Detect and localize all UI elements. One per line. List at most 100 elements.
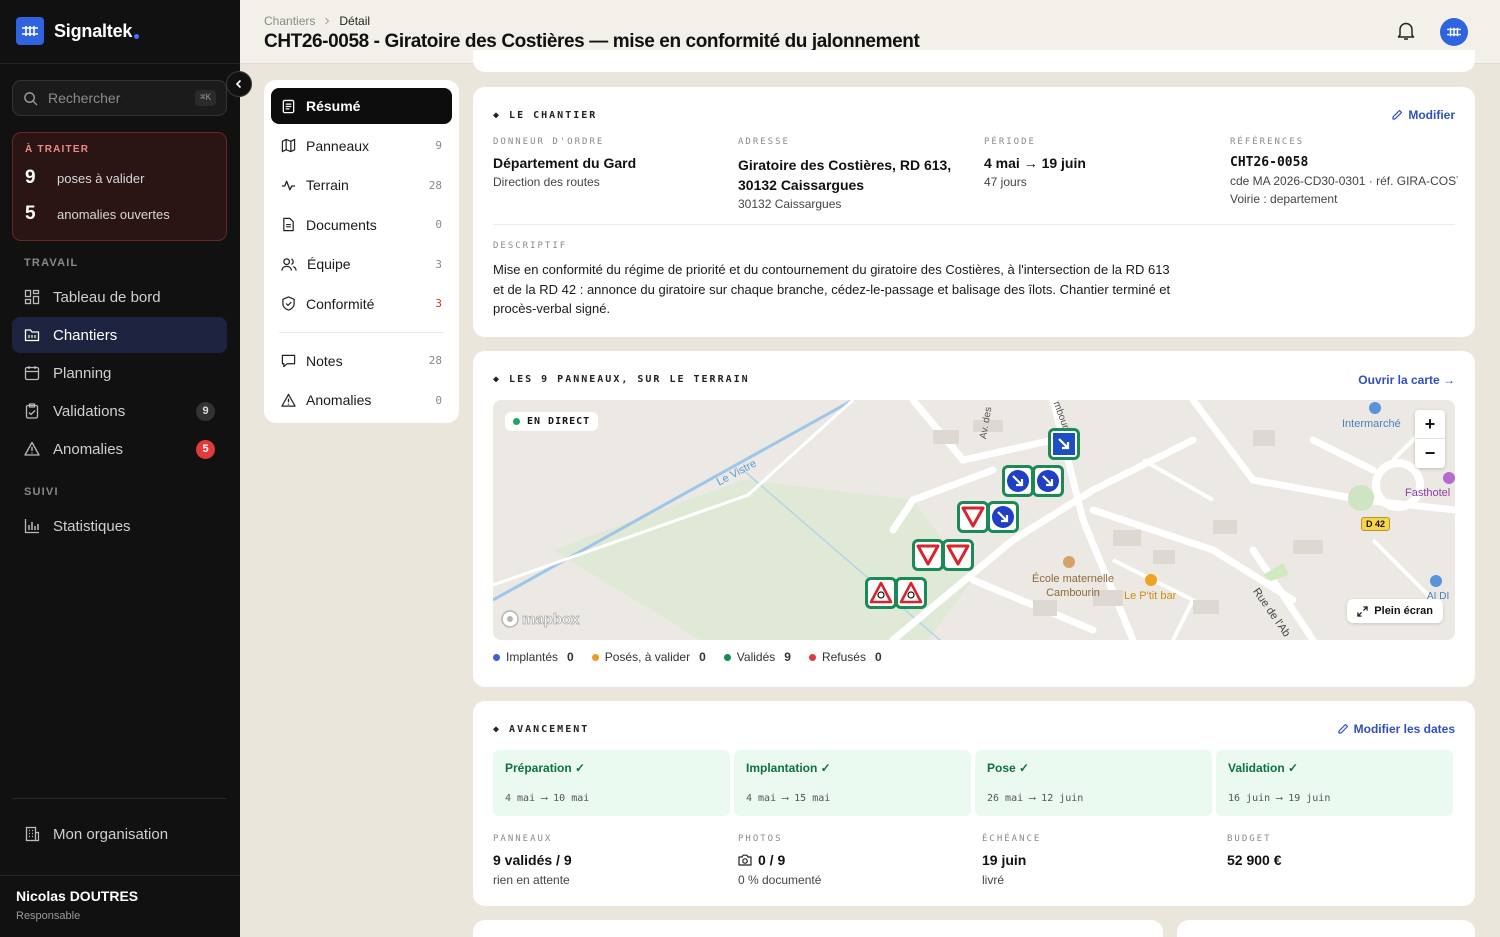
phase-pose[interactable]: Pose ✓ 26 mai ⟶ 12 juin (975, 750, 1212, 816)
sign-marker[interactable] (942, 539, 974, 571)
field-value: 4 mai → 19 juin (984, 155, 1086, 171)
sidebar-item-statistiques[interactable]: Statistiques (12, 508, 227, 544)
legend-value: 0 (874, 650, 882, 664)
breadcrumb-chantiers[interactable]: Chantiers (264, 14, 315, 28)
search-input[interactable]: Rechercher ⌘K (12, 80, 227, 116)
field-value: Giratoire des Costières, RD 613, 30132 C… (738, 157, 952, 193)
tab-label: Conformité (306, 295, 375, 312)
divider (0, 875, 240, 876)
tab-terrain[interactable]: Terrain 28 (271, 167, 452, 203)
sidebar-item-anomalies[interactable]: Anomalies 5 (12, 431, 227, 467)
stat-value: 52 900 € (1227, 852, 1282, 868)
sidebar-item-mon-organisation[interactable]: Mon organisation (12, 816, 227, 852)
map-icon (281, 138, 296, 153)
live-dot (513, 418, 520, 425)
tab-resume[interactable]: Résumé (271, 88, 452, 124)
tab-panneaux[interactable]: Panneaux 9 (271, 128, 452, 164)
sidebar-item-chantiers[interactable]: Chantiers (12, 317, 227, 353)
sign-marker[interactable] (895, 577, 927, 609)
avancement-card: ◆ AVANCEMENT Modifier les dates Préparat… (473, 701, 1475, 906)
notifications-button[interactable] (1397, 21, 1415, 46)
sidebar-item-label: Planning (53, 364, 112, 382)
logo-icon (16, 17, 44, 45)
panneaux-card: ◆ LES 9 PANNEAUX, SUR LE TERRAIN Ouvrir … (473, 351, 1475, 687)
legend-label: Validés (736, 650, 776, 664)
sign-marker[interactable] (865, 577, 897, 609)
edit-dates-button[interactable]: Modifier les dates (1337, 722, 1455, 736)
logo-icon (1447, 27, 1461, 37)
user-role: Responsable (16, 910, 81, 922)
alert-item-anomalies[interactable]: 5 anomalies ouvertes (25, 203, 214, 225)
tab-label: Panneaux (306, 137, 370, 154)
donneur-field: DONNEUR D'ORDRE Département du Gard Dire… (493, 137, 723, 189)
tab-count: 28 (428, 178, 442, 192)
detail-subnav: Résumé Panneaux 9 Terrain 28 Documents 0… (264, 80, 459, 423)
tab-conformite[interactable]: Conformité 3 (271, 286, 452, 322)
sidebar-item-planning[interactable]: Planning (12, 355, 227, 391)
sign-marker[interactable] (987, 501, 1019, 533)
section-title: ◆ LES 9 PANNEAUX, SUR LE TERRAIN (493, 374, 750, 385)
section-travail: TRAVAIL (24, 257, 79, 269)
edit-dates-label: Modifier les dates (1353, 722, 1455, 736)
sidebar-item-tableau-de-bord[interactable]: Tableau de bord (12, 279, 227, 315)
live-label: EN DIRECT (527, 416, 591, 427)
sign-marker[interactable] (912, 539, 944, 571)
phase-implantation[interactable]: Implantation ✓ 4 mai ⟶ 15 mai (734, 750, 971, 816)
user-profile[interactable]: Nicolas DOUTRES Responsable (16, 888, 138, 922)
sign-marker[interactable] (957, 501, 989, 533)
brand[interactable]: Signaltek (16, 17, 140, 45)
tab-count: 9 (435, 139, 442, 152)
avatar[interactable] (1440, 18, 1468, 46)
phase-dates: 4 mai ⟶ 10 mai (505, 793, 590, 804)
brand-name: Signaltek (54, 20, 133, 41)
field-sub: 30132 Caissargues (738, 197, 842, 211)
user-name: Nicolas DOUTRES (16, 888, 139, 904)
tab-notes[interactable]: Notes 28 (271, 343, 452, 379)
descriptif-text: Mise en conformité du régime de priorité… (493, 262, 1171, 316)
tab-count: 3 (435, 257, 442, 271)
roundabout-warning-sign-icon (869, 581, 893, 604)
breadcrumb-detail: Détail (339, 14, 371, 28)
field-sub: Voirie : departement (1230, 192, 1338, 206)
tab-equipe[interactable]: Équipe 3 (271, 246, 452, 282)
map[interactable]: Le Vistre Av. des mbourin École maternel… (493, 400, 1455, 640)
school-pin-icon (1063, 556, 1075, 568)
zoom-in-button[interactable]: + (1415, 410, 1445, 439)
modifier-button[interactable]: Modifier (1391, 108, 1455, 122)
phase-preparation[interactable]: Préparation ✓ 4 mai ⟶ 10 mai (493, 750, 730, 816)
tab-count: 28 (428, 354, 442, 367)
anomalies-badge: 5 (196, 439, 215, 459)
fullscreen-button[interactable]: Plein écran (1347, 599, 1443, 623)
map-legend: Implantés 0 Posés, à valider 0 Validés 9 Re… (493, 650, 882, 664)
shop-pin-icon (1430, 575, 1442, 587)
market-pin-icon (1369, 402, 1381, 414)
zoom-out-button[interactable]: − (1415, 439, 1445, 468)
stat-budget: BUDGET 52 900 € (1227, 834, 1282, 868)
shield-check-icon (282, 296, 295, 311)
activity-icon (281, 180, 296, 190)
card-previous (473, 50, 1475, 72)
phase-name: Préparation ✓ (505, 761, 586, 775)
live-indicator: EN DIRECT (505, 412, 599, 431)
phase-validation[interactable]: Validation ✓ 16 juin ⟶ 19 juin (1216, 750, 1453, 816)
sign-marker[interactable] (1048, 428, 1080, 460)
sign-marker[interactable] (1002, 465, 1034, 497)
tab-documents[interactable]: Documents 0 (271, 207, 452, 243)
alert-label: poses à valider (57, 170, 145, 186)
tab-count: 3 (435, 297, 442, 310)
alert-item-poses[interactable]: 9 poses à valider (25, 167, 214, 189)
phase-dates: 4 mai ⟶ 15 mai (746, 793, 831, 804)
legend-value: 9 (784, 650, 791, 664)
breadcrumb: Chantiers Détail (264, 14, 370, 28)
sidebar-item-validations[interactable]: Validations 9 (12, 393, 227, 429)
document-list-icon (282, 99, 295, 113)
field-sub: cde MA 2026-CD30-0301 · réf. GIRA-COST… (1230, 174, 1458, 188)
alert-panel: À TRAITER 9 poses à valider 5 anomalies … (12, 132, 227, 241)
section-title-text: LES 9 PANNEAUX, SUR LE TERRAIN (509, 374, 750, 385)
mapbox-icon (501, 610, 519, 628)
tab-anomalies[interactable]: Anomalies 0 (271, 382, 452, 418)
sign-marker[interactable] (1032, 465, 1064, 497)
open-map-link[interactable]: Ouvrir la carte → (1358, 373, 1455, 387)
brand-dot (134, 33, 140, 39)
collapse-sidebar-button[interactable] (226, 71, 252, 97)
